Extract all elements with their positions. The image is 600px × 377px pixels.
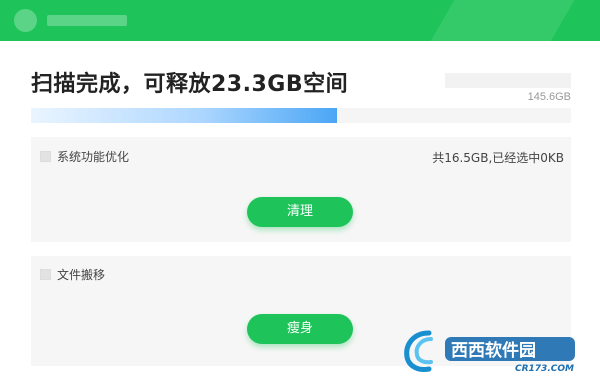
system-optimize-card: 系统功能优化 共16.5GB,已经选中0KB 清理: [31, 137, 571, 242]
app-title-placeholder: [47, 15, 127, 26]
disk-info-placeholder: [445, 73, 571, 88]
watermark-text: 西西软件园: [451, 340, 536, 361]
app-logo-icon: [14, 9, 37, 32]
total-size-label: 145.6GB: [527, 91, 571, 103]
file-move-title: 文件搬移: [57, 268, 106, 282]
watermark-logo-icon: 西西软件园 CR173.COM: [404, 330, 575, 374]
scan-progress-fill: [31, 108, 338, 123]
system-optimize-status: 共16.5GB,已经选中0KB: [432, 151, 564, 165]
scan-progress-bar: [31, 108, 571, 123]
watermark-logo: 西西软件园 CR173.COM: [401, 325, 591, 375]
file-move-checkbox[interactable]: [40, 269, 51, 280]
title-bar: [0, 0, 600, 41]
system-optimize-title: 系统功能优化: [57, 150, 130, 164]
system-optimize-checkbox[interactable]: [40, 151, 51, 162]
watermark-url: CR173.COM: [515, 364, 574, 374]
slim-button[interactable]: 瘦身: [247, 314, 353, 344]
scan-result-headline: 扫描完成，可释放23.3GB空间: [31, 72, 349, 97]
clean-button[interactable]: 清理: [247, 197, 353, 227]
